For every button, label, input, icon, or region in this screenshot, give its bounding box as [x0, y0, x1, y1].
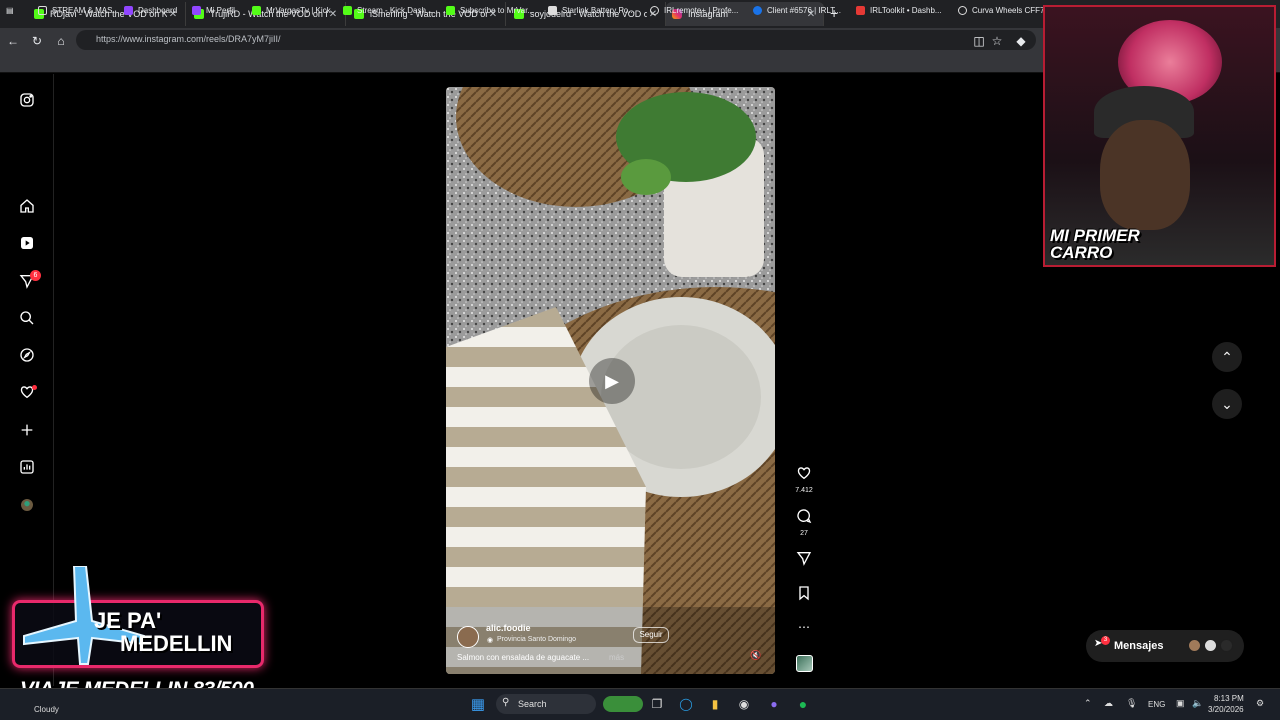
- author-avatar[interactable]: [457, 626, 479, 648]
- trip-title-line-2: MEDELLIN: [120, 631, 233, 656]
- heart-icon: [797, 467, 811, 480]
- messages-label: Mensajes: [1114, 640, 1164, 652]
- avatar: [1188, 639, 1201, 652]
- share-button[interactable]: [794, 550, 814, 571]
- reload-icon[interactable]: ↻: [30, 34, 44, 48]
- like-count: 7.412: [795, 487, 813, 494]
- author-name[interactable]: alic.foodie: [486, 623, 531, 633]
- share-icon: [796, 552, 812, 566]
- next-reel-button[interactable]: ⌄: [1212, 389, 1242, 419]
- favorite-star-icon[interactable]: ☆: [990, 34, 1004, 48]
- bookmark-icon: [799, 586, 809, 601]
- bookmark-stream-kick[interactable]: Stream - Kick Dash...: [343, 3, 433, 17]
- more-options-icon[interactable]: ⋯: [794, 620, 814, 634]
- task-view-icon[interactable]: ❐: [647, 694, 667, 714]
- chevron-up-icon: ⌃: [1221, 348, 1233, 365]
- profile-avatar-icon[interactable]: [18, 496, 36, 514]
- comment-icon: [797, 509, 812, 524]
- discord-icon[interactable]: ●: [764, 694, 784, 714]
- notification-bell-icon[interactable]: ⚙: [1256, 698, 1264, 709]
- banner-line-2: CARRO: [1050, 243, 1113, 262]
- comment-button[interactable]: 27: [794, 508, 814, 537]
- activity-dot: [32, 385, 37, 390]
- edge-icon[interactable]: ◯: [676, 694, 696, 714]
- follow-button[interactable]: Seguir: [633, 627, 669, 643]
- microphone-icon[interactable]: 🎙: [1126, 698, 1137, 709]
- search-label: Search: [518, 699, 547, 709]
- audio-thumbnail[interactable]: [796, 655, 813, 672]
- bookmark-mi-perfil[interactable]: Mi Perfil: [192, 3, 235, 17]
- previous-reel-button[interactable]: ⌃: [1212, 342, 1242, 372]
- bookmark-stream-mas[interactable]: STREAM & MAS: [38, 3, 112, 17]
- wheel-icon: [958, 5, 967, 15]
- webcam-person: [1100, 120, 1190, 230]
- twitch-icon: [124, 5, 133, 15]
- extension-icon[interactable]: ◆: [1014, 34, 1028, 48]
- caption-more-link[interactable]: más: [609, 653, 624, 662]
- bookmark-mrvargastv[interactable]: MrVargasTv | Kick: [252, 3, 331, 17]
- avatar: [1204, 639, 1217, 652]
- bookmark-curva-wheels[interactable]: Curva Wheels CFF76: [958, 3, 1049, 17]
- volume-icon[interactable]: 🔈: [1192, 698, 1203, 709]
- like-button[interactable]: 7.412: [794, 465, 814, 494]
- spotify-icon[interactable]: ●: [793, 694, 813, 714]
- language-indicator[interactable]: ENG: [1148, 700, 1165, 709]
- kick-icon: [343, 5, 352, 15]
- folder-icon: [38, 5, 47, 15]
- bookmark-irltoolkit[interactable]: IRLToolkit • Dashb...: [856, 3, 942, 17]
- globe-icon: [650, 5, 659, 15]
- bookmark-irlremote[interactable]: IRLremote+ | Profe...: [650, 3, 738, 17]
- bookmark-subscribe[interactable]: Subscribe to MrVar...: [446, 3, 534, 17]
- webcam-banner: MI PRIMER CARRO: [1050, 227, 1140, 261]
- notification-badge: 6: [30, 270, 41, 281]
- twitch-icon: [192, 5, 201, 15]
- toolkit-icon: [856, 5, 865, 15]
- page-icon: [548, 5, 557, 15]
- file-explorer-icon[interactable]: ▮: [705, 694, 725, 714]
- split-view-icon[interactable]: ◫: [972, 34, 986, 48]
- save-button[interactable]: [794, 585, 814, 606]
- create-icon[interactable]: [18, 421, 36, 439]
- reel-caption: Salmon con ensalada de aguacate ...: [457, 653, 590, 662]
- chrome-icon[interactable]: ◉: [734, 694, 754, 714]
- clock-date[interactable]: 3/20/2026: [1208, 705, 1244, 714]
- dashboard-icon[interactable]: [18, 458, 36, 476]
- clock-time[interactable]: 8:13 PM: [1214, 694, 1244, 703]
- search-icon[interactable]: [18, 309, 36, 327]
- network-icon[interactable]: ▣: [1176, 698, 1185, 709]
- home-icon[interactable]: ⌂: [54, 34, 68, 48]
- comment-count: 27: [800, 530, 808, 537]
- messages-badge: 3: [1101, 636, 1110, 645]
- windows-start-icon[interactable]: ▦: [468, 694, 488, 714]
- cloud-icon[interactable]: ☁: [1104, 698, 1113, 709]
- location-text[interactable]: Provincia Santo Domingo: [497, 636, 576, 643]
- widgets-icon[interactable]: [603, 696, 643, 712]
- mute-icon[interactable]: 🔇: [750, 650, 761, 661]
- bookmark-dashboard[interactable]: Dashboard: [124, 3, 177, 17]
- bookmark-starlink[interactable]: Starlink Battery Po...: [548, 3, 635, 17]
- avatar: [1220, 639, 1233, 652]
- banner-line-1: MI PRIMER: [1050, 226, 1140, 245]
- search-icon: ⚲: [502, 697, 510, 708]
- instagram-logo-icon[interactable]: [18, 91, 36, 109]
- play-icon[interactable]: ▶: [589, 358, 635, 404]
- reels-icon[interactable]: [18, 234, 36, 252]
- bookmarks-menu-icon[interactable]: ▤: [6, 3, 14, 17]
- kick-icon: [446, 5, 455, 15]
- explore-icon[interactable]: [18, 346, 36, 364]
- back-icon[interactable]: ←: [6, 34, 20, 48]
- location-pin-icon: ◉: [487, 637, 494, 644]
- cloud-icon: [753, 5, 762, 15]
- bookmark-client[interactable]: Client #6576 | IRLT...: [753, 3, 841, 17]
- kick-icon: [252, 5, 261, 15]
- chevron-up-icon[interactable]: ⌃: [1084, 698, 1092, 709]
- weather-label[interactable]: Cloudy: [34, 705, 59, 714]
- home-icon[interactable]: [18, 197, 36, 215]
- trip-title-line-1: JE PA': [94, 608, 162, 633]
- chevron-down-icon: ⌄: [1221, 395, 1233, 412]
- url-text[interactable]: https://www.instagram.com/reels/DRA7yM7j…: [96, 34, 281, 44]
